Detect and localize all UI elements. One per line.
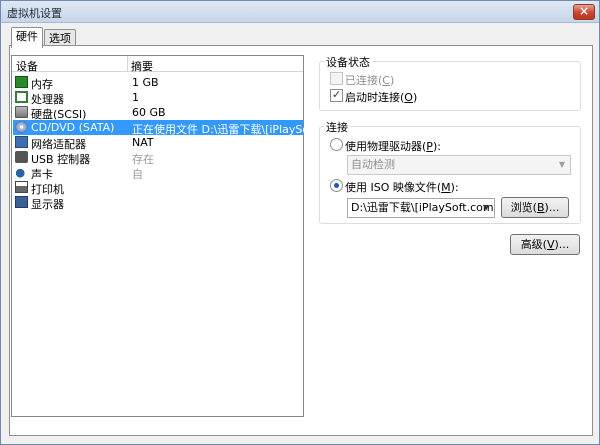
device-row-memory[interactable]: 内存 1 GB: [13, 75, 303, 91]
vm-settings-window: 虚拟机设置 × 硬件 选项 设备 摘要 内存 1 GB 处理器 1 硬盘(SCS…: [0, 0, 600, 445]
cdrom-icon: [15, 121, 28, 133]
device-row-usb[interactable]: USB 控制器 存在: [13, 150, 303, 166]
network-adapter-icon: [15, 136, 28, 148]
device-summary: 1 GB: [132, 76, 159, 89]
close-icon[interactable]: ×: [573, 4, 595, 20]
device-list[interactable]: 设备 摘要 内存 1 GB 处理器 1 硬盘(SCSI) 60 GB CD/DV…: [11, 55, 323, 417]
connected-checkbox[interactable]: [330, 72, 343, 85]
physical-drive-select[interactable]: 自动检测 ▼: [347, 155, 571, 175]
column-header-device[interactable]: 设备: [16, 58, 38, 74]
usb-icon: [15, 151, 28, 163]
device-summary: NAT: [132, 136, 154, 149]
device-row-display[interactable]: 显示器: [13, 195, 303, 211]
device-row-printer[interactable]: 打印机: [13, 180, 303, 196]
physical-drive-select-value: 自动检测: [351, 158, 395, 171]
processor-icon: [15, 91, 28, 103]
device-row-sound[interactable]: 声卡 自: [13, 165, 303, 181]
connect-at-power-on-checkbox[interactable]: ✓: [330, 88, 343, 102]
physical-drive-radio[interactable]: [330, 138, 343, 151]
device-summary: 60 GB: [132, 106, 166, 119]
iso-image-radio[interactable]: [330, 179, 343, 192]
column-divider[interactable]: [127, 56, 128, 72]
device-row-cdrom[interactable]: CD/DVD (SATA) 正在使用文件 D:\迅雷下载\[iPlaySof..…: [13, 120, 323, 136]
list-header: 设备 摘要: [12, 56, 303, 74]
iso-image-label[interactable]: 使用 ISO 映像文件(M):: [345, 179, 459, 195]
device-row-harddisk[interactable]: 硬盘(SCSI) 60 GB: [13, 105, 303, 121]
device-name: CD/DVD (SATA): [31, 121, 115, 134]
harddisk-icon: [15, 106, 28, 118]
radio-selected-dot: [334, 183, 339, 188]
device-status-title: 设备状态: [324, 54, 372, 70]
device-summary: 1: [132, 91, 139, 104]
chevron-down-icon[interactable]: ▼: [478, 199, 494, 217]
device-row-network[interactable]: 网络适配器 NAT: [13, 135, 303, 151]
device-name: 显示器: [31, 198, 64, 211]
checkmark-icon: ✓: [332, 88, 342, 101]
column-header-summary[interactable]: 摘要: [131, 58, 153, 74]
connect-at-power-on-label[interactable]: 启动时连接(O): [345, 89, 417, 105]
chevron-down-icon[interactable]: ▼: [554, 156, 570, 174]
connection-title: 连接: [324, 119, 350, 135]
iso-path-value[interactable]: D:\迅雷下载\[iPlaySoft.com]: [351, 201, 494, 214]
sound-card-icon: [15, 166, 28, 178]
title-bar[interactable]: 虚拟机设置 ×: [1, 1, 599, 23]
display-icon: [15, 196, 28, 208]
connected-label[interactable]: 已连接(C): [345, 72, 394, 88]
browse-button[interactable]: 浏览(B)...: [501, 197, 569, 218]
device-row-processor[interactable]: 处理器 1: [13, 90, 303, 106]
iso-path-combobox[interactable]: D:\迅雷下载\[iPlaySoft.com] ▼: [347, 198, 495, 218]
advanced-button[interactable]: 高级(V)...: [510, 234, 580, 255]
window-title: 虚拟机设置: [7, 7, 62, 20]
physical-drive-label[interactable]: 使用物理驱动器(P):: [345, 138, 441, 154]
tab-hardware[interactable]: 硬件: [11, 27, 43, 48]
printer-icon: [15, 181, 28, 193]
memory-icon: [15, 76, 28, 88]
